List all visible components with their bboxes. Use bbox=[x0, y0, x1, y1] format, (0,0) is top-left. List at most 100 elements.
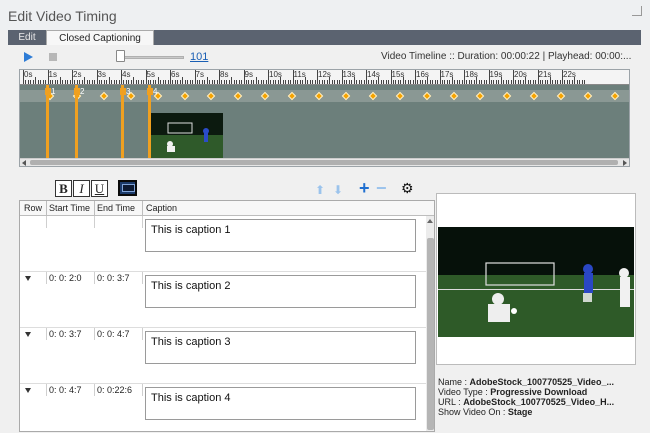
settings-gear-icon[interactable]: ⚙ bbox=[401, 180, 414, 197]
caption-marker[interactable] bbox=[75, 85, 78, 158]
ruler-tick bbox=[275, 80, 277, 84]
end-time-cell[interactable]: 0: 0: 3:7 bbox=[97, 273, 130, 283]
ruler-tick bbox=[72, 70, 73, 84]
expand-row-icon[interactable] bbox=[25, 388, 31, 393]
add-caption-icon[interactable]: + bbox=[359, 178, 370, 199]
ruler-tick bbox=[353, 77, 355, 84]
ruler-tick bbox=[405, 80, 407, 84]
ruler-tick bbox=[214, 80, 216, 84]
caption-marker[interactable] bbox=[148, 85, 151, 158]
ruler-tick bbox=[473, 80, 475, 84]
caption-row[interactable]: 0: 0: 4:7 0: 0:22:6 This is caption 4 bbox=[20, 384, 426, 431]
timeline-panel: 0s 1s 2s 3s 4s 5s 6s 7s 8s 9s 10s 11s 12s 13s 14s 15s 16… bbox=[19, 69, 630, 167]
end-time-cell[interactable]: 0: 0: 4:7 bbox=[97, 329, 130, 339]
ruler-tick bbox=[554, 80, 556, 84]
time-ruler[interactable]: 0s 1s 2s 3s 4s 5s 6s 7s 8s 9s 10s 11s 12s 13s 14s 15s 16… bbox=[20, 70, 629, 85]
play-icon[interactable] bbox=[24, 52, 33, 62]
stop-icon[interactable] bbox=[49, 53, 57, 61]
ruler-tick bbox=[346, 80, 348, 84]
cell-divider bbox=[94, 216, 95, 228]
caption-row[interactable]: 0: 0: 2:0 0: 0: 3:7 This is caption 2 bbox=[20, 272, 426, 328]
underline-button[interactable]: U bbox=[91, 180, 108, 197]
tab-edit[interactable]: Edit bbox=[8, 30, 46, 45]
scroll-thumb[interactable] bbox=[427, 238, 434, 430]
start-time-cell[interactable]: 0: 0: 4:7 bbox=[49, 385, 82, 395]
ruler-tick bbox=[454, 80, 456, 84]
move-up-icon[interactable]: ⬆ bbox=[315, 183, 325, 197]
tab-closed-captioning[interactable]: Closed Captioning bbox=[46, 30, 154, 45]
ruler-tick bbox=[226, 80, 228, 84]
ruler-tick bbox=[108, 77, 110, 84]
caption-row[interactable]: This is caption 1 bbox=[20, 216, 426, 272]
ruler-tick bbox=[157, 77, 159, 84]
caption-row[interactable]: 0: 0: 3:7 0: 0: 4:7 This is caption 3 bbox=[20, 328, 426, 384]
grid-vertical-scrollbar[interactable] bbox=[426, 216, 434, 431]
ruler-tick bbox=[505, 80, 507, 84]
scroll-right-icon[interactable] bbox=[623, 160, 627, 166]
col-divider bbox=[94, 201, 95, 216]
ruler-tick bbox=[192, 80, 194, 84]
ruler-tick bbox=[265, 80, 267, 84]
scroll-up-icon[interactable] bbox=[427, 219, 433, 223]
caption-text-field[interactable]: This is caption 3 bbox=[145, 331, 416, 364]
ruler-tick bbox=[177, 80, 179, 84]
ruler-tick bbox=[307, 80, 309, 84]
ruler-tick bbox=[576, 80, 578, 84]
ruler-tick bbox=[422, 80, 424, 84]
ruler-tick bbox=[98, 80, 100, 84]
ruler-tick bbox=[449, 80, 451, 84]
ruler-tick bbox=[128, 80, 130, 84]
remove-caption-icon[interactable]: − bbox=[376, 178, 387, 199]
ruler-tick bbox=[361, 80, 363, 84]
bold-button[interactable]: B bbox=[55, 180, 72, 197]
ruler-tick bbox=[223, 80, 225, 84]
ruler-tick bbox=[520, 80, 522, 84]
timeline-track[interactable]: 1 2 3 4 bbox=[20, 85, 629, 158]
grid-header: Row Start Time End Time Caption bbox=[20, 201, 434, 216]
video-preview[interactable] bbox=[438, 227, 634, 337]
ruler-tick bbox=[253, 80, 255, 84]
ruler-tick bbox=[331, 80, 333, 84]
start-time-cell[interactable]: 0: 0: 3:7 bbox=[49, 329, 82, 339]
ruler-tick bbox=[241, 80, 243, 84]
ruler-tick bbox=[451, 77, 453, 84]
ruler-tick bbox=[64, 80, 66, 84]
caption-marker[interactable] bbox=[46, 85, 49, 158]
ruler-tick bbox=[341, 70, 343, 84]
cell-divider bbox=[46, 384, 47, 396]
ruler-tick bbox=[356, 80, 358, 84]
ruler-tick bbox=[152, 80, 154, 84]
ruler-tick bbox=[539, 80, 541, 84]
ruler-tick bbox=[233, 80, 235, 84]
expand-row-icon[interactable] bbox=[25, 332, 31, 337]
zoom-slider-thumb[interactable] bbox=[116, 50, 125, 62]
caption-background-button[interactable] bbox=[118, 180, 137, 196]
start-time-cell[interactable]: 0: 0: 2:0 bbox=[49, 273, 82, 283]
ruler-tick bbox=[481, 80, 483, 84]
video-clip-thumbnail[interactable] bbox=[148, 113, 223, 158]
timeline-horizontal-scrollbar[interactable] bbox=[20, 158, 629, 166]
ruler-tick bbox=[196, 80, 198, 84]
move-down-icon[interactable]: ⬇ bbox=[333, 183, 343, 197]
ruler-tick bbox=[42, 80, 44, 84]
caption-text-field[interactable]: This is caption 2 bbox=[145, 275, 416, 308]
scroll-left-icon[interactable] bbox=[22, 160, 26, 166]
ruler-tick bbox=[334, 80, 336, 84]
italic-button[interactable]: I bbox=[73, 180, 90, 197]
caption-text-field[interactable]: This is caption 4 bbox=[145, 387, 416, 420]
zoom-slider[interactable] bbox=[120, 56, 184, 59]
ruler-tick bbox=[238, 80, 240, 84]
ruler-tick bbox=[211, 80, 213, 84]
end-time-cell[interactable]: 0: 0:22:6 bbox=[97, 385, 132, 395]
ruler-tick bbox=[74, 80, 76, 84]
ruler-tick bbox=[165, 80, 167, 84]
ruler-tick bbox=[566, 80, 568, 84]
expand-row-icon[interactable] bbox=[25, 276, 31, 281]
caption-row-tools: ⬆ ⬇ + − ⚙ bbox=[315, 178, 415, 199]
zoom-value-link[interactable]: 101 bbox=[190, 51, 208, 63]
ruler-tick bbox=[530, 80, 532, 84]
ruler-tick bbox=[116, 80, 118, 84]
scroll-thumb[interactable] bbox=[30, 160, 618, 165]
caption-text-field[interactable]: This is caption 1 bbox=[145, 219, 416, 252]
caption-marker[interactable] bbox=[121, 85, 124, 158]
